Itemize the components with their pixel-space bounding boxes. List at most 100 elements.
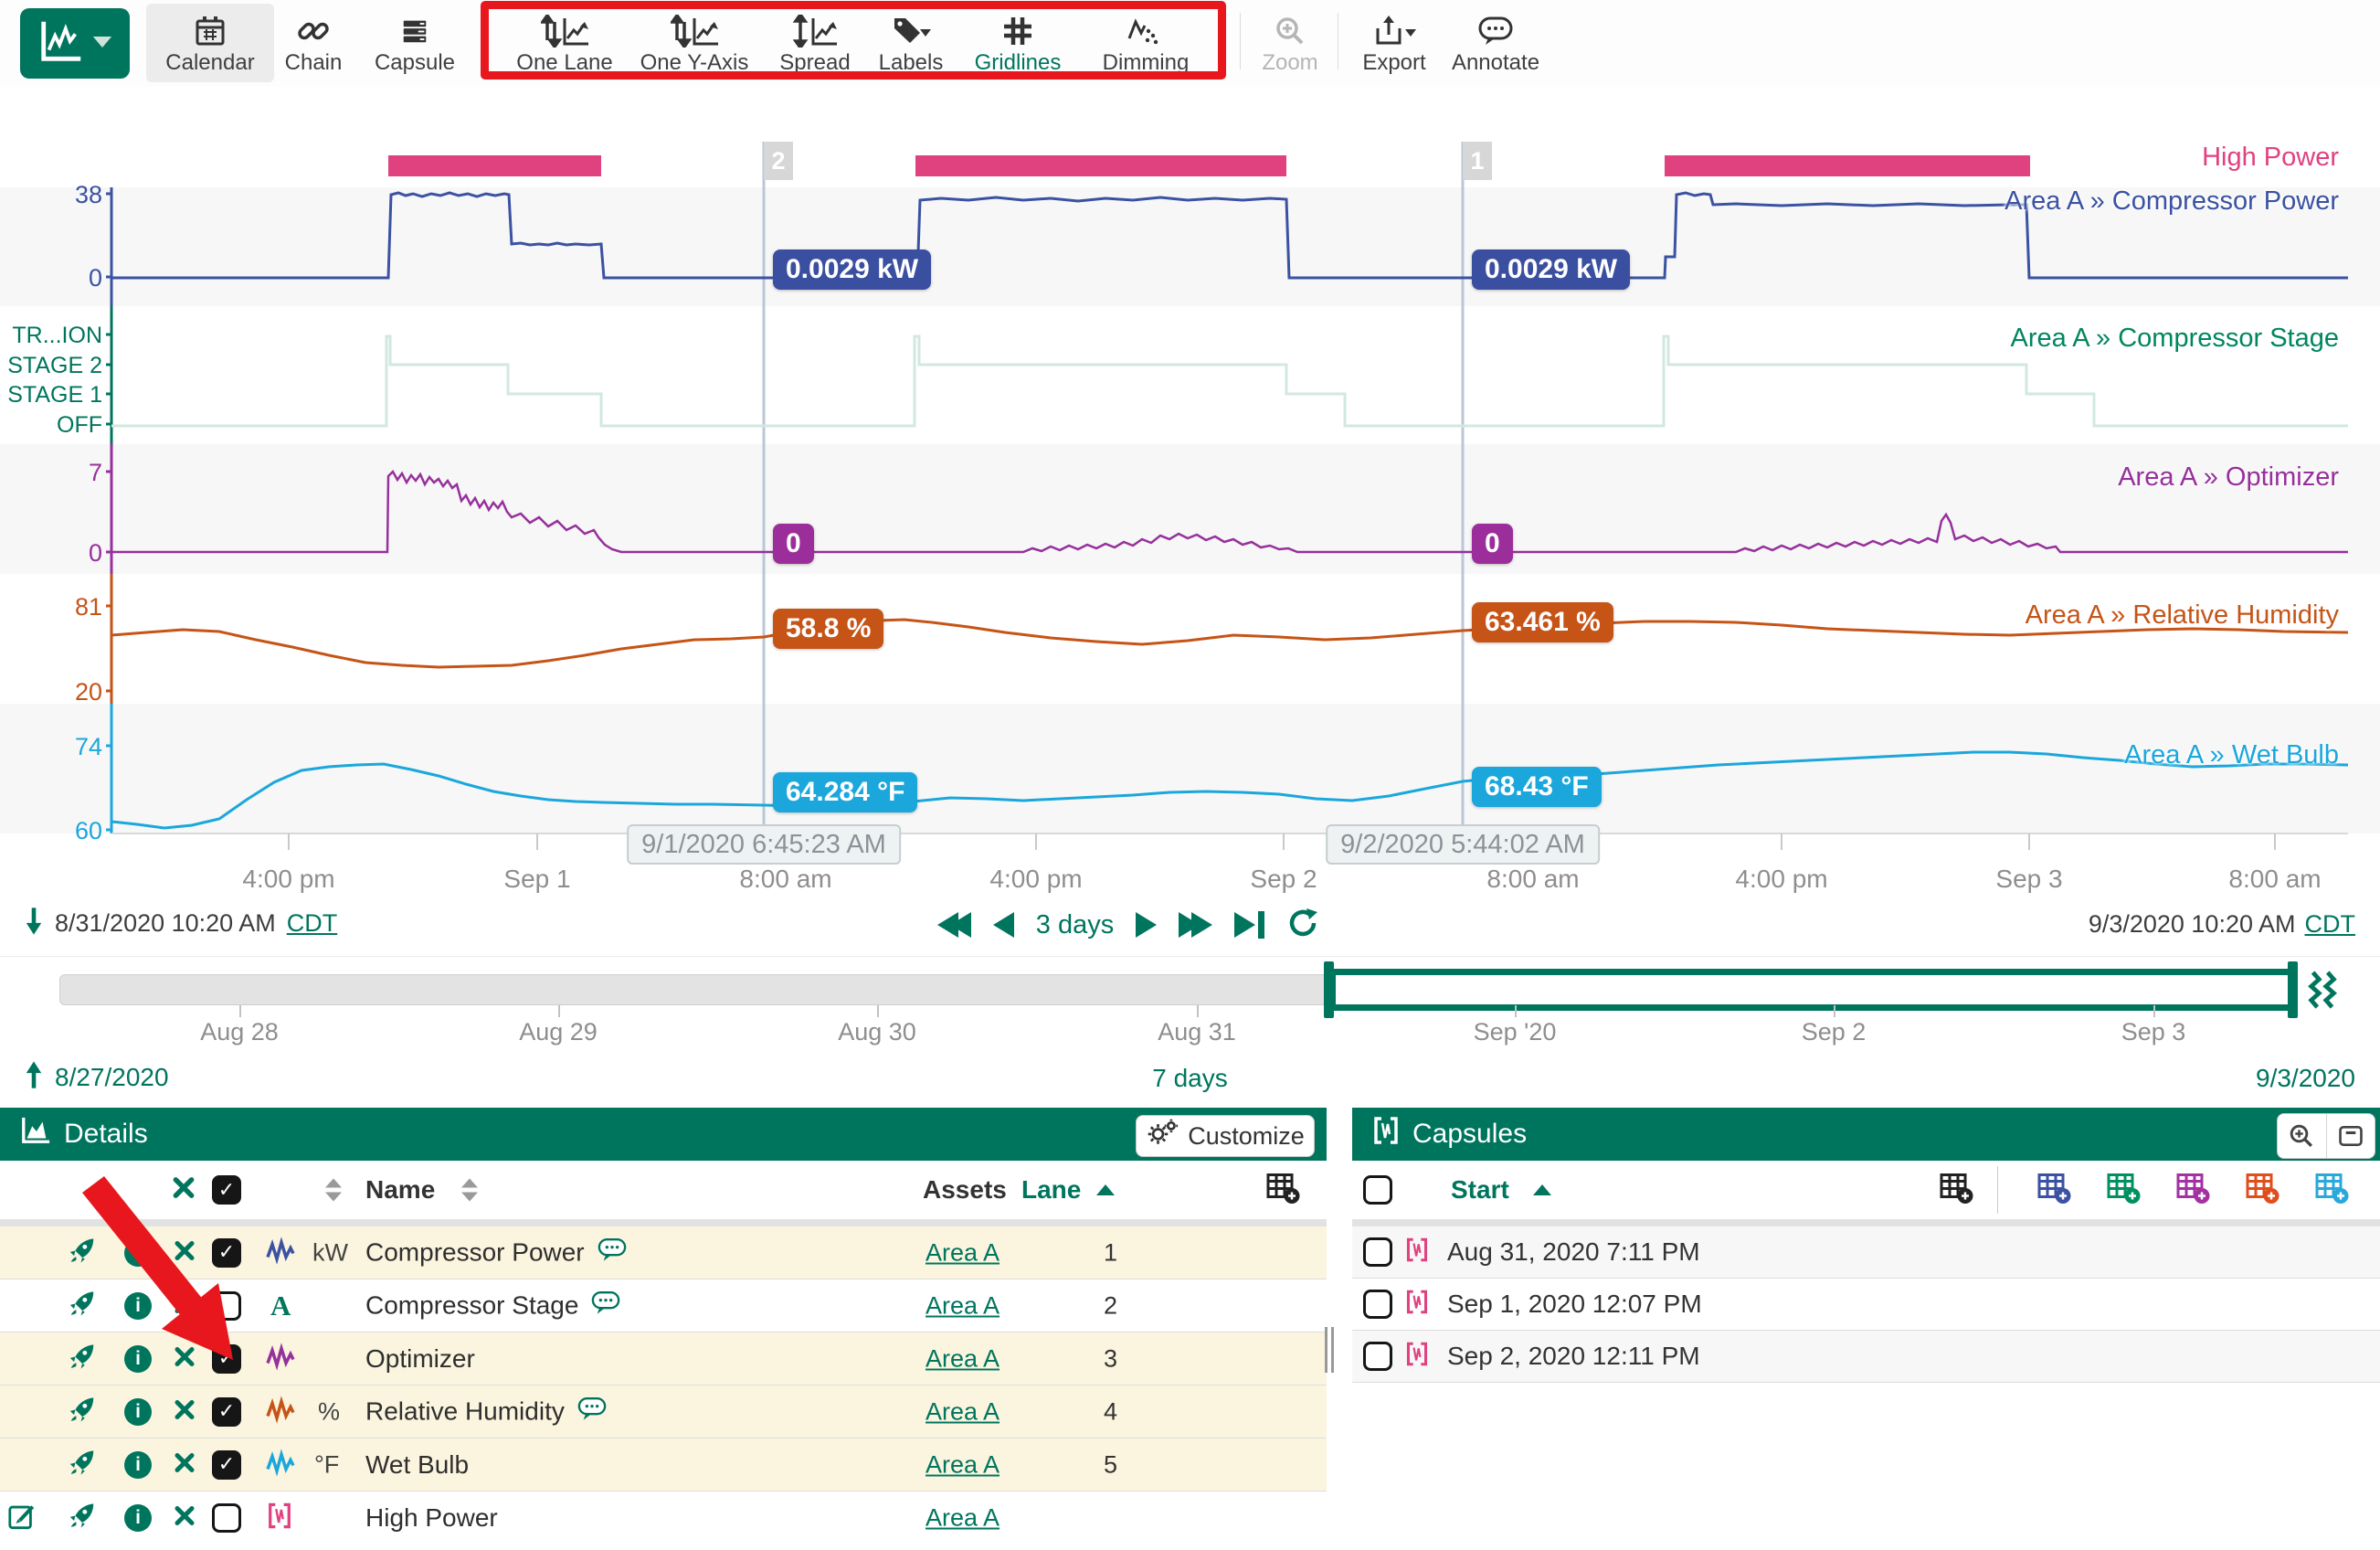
select-all-capsules-checkbox[interactable] — [1363, 1175, 1392, 1205]
series-checkbox[interactable] — [212, 1344, 241, 1374]
step-to-end-button[interactable] — [1234, 911, 1264, 939]
zoom-to-capsule-icon[interactable] — [2278, 1114, 2326, 1158]
details-row-compressor-stage[interactable]: A Compressor Stage Area A 2 — [0, 1279, 1327, 1332]
details-row-compressor-power[interactable]: kW Compressor Power Area A 1 — [0, 1226, 1327, 1279]
humidity-axis-min[interactable]: 20 — [0, 678, 102, 706]
details-row-optimizer[interactable]: Optimizer Area A 3 — [0, 1332, 1327, 1385]
capsule-row[interactable]: Sep 1, 2020 12:07 PM — [1352, 1279, 2380, 1331]
add-stat-column-optimizer-icon[interactable] — [2175, 1171, 2210, 1210]
stage-axis-off[interactable]: OFF — [0, 411, 102, 439]
capsule-checkbox[interactable] — [1363, 1237, 1392, 1267]
humidity-axis-max[interactable]: 81 — [0, 593, 102, 621]
arrow-down-icon[interactable] — [24, 905, 44, 942]
column-assets[interactable]: Assets — [923, 1175, 1007, 1205]
info-icon[interactable] — [124, 1345, 152, 1373]
column-lane[interactable]: Lane — [1021, 1175, 1081, 1205]
capsule-checkbox[interactable] — [1363, 1342, 1392, 1371]
asset-link[interactable]: Area A — [926, 1450, 1000, 1479]
asset-link[interactable]: Area A — [926, 1504, 1000, 1533]
series-checkbox[interactable] — [212, 1503, 241, 1533]
power-axis-max[interactable]: 38 — [0, 181, 102, 208]
trend-chart[interactable] — [0, 0, 2380, 1060]
wetbulb-axis-min[interactable]: 60 — [0, 817, 102, 844]
range-handle-right[interactable] — [2288, 961, 2298, 1018]
rocket-icon[interactable] — [68, 1395, 97, 1428]
sort-ascending-icon[interactable] — [1533, 1184, 1551, 1195]
lane-label-relative-humidity[interactable]: Area A » Relative Humidity — [2026, 600, 2339, 630]
edit-condition-icon[interactable] — [7, 1502, 37, 1535]
sort-ascending-icon[interactable] — [1096, 1184, 1115, 1195]
step-back-button[interactable] — [993, 912, 1014, 938]
rocket-icon[interactable] — [68, 1236, 97, 1269]
remove-icon[interactable] — [174, 1292, 196, 1319]
step-forward-button[interactable] — [1136, 912, 1157, 938]
sort-icon[interactable] — [325, 1179, 342, 1202]
lane-label-compressor-stage[interactable]: Area A » Compressor Stage — [2011, 324, 2339, 353]
investigate-end-date[interactable]: 9/3/2020 — [2256, 1064, 2355, 1093]
add-stat-column-stage-icon[interactable] — [2106, 1171, 2141, 1210]
cursor-2-badge[interactable]: 2 — [764, 142, 793, 180]
collapse-panel-icon[interactable] — [2326, 1114, 2375, 1158]
sort-icon[interactable] — [461, 1179, 478, 1202]
capsule-squiggle-icon[interactable] — [2306, 969, 2341, 1015]
capsule-row[interactable]: Sep 2, 2020 12:11 PM — [1352, 1331, 2380, 1383]
info-icon[interactable] — [124, 1451, 152, 1479]
step-forward-much-button[interactable] — [1179, 912, 1212, 938]
info-icon[interactable] — [124, 1504, 152, 1532]
display-end-date[interactable]: 9/3/2020 10:20 AM — [2089, 910, 2296, 939]
add-stat-column-power-icon[interactable] — [2036, 1171, 2071, 1210]
stage-axis-transition[interactable]: TR...ION — [0, 322, 102, 349]
rocket-icon[interactable] — [68, 1448, 97, 1481]
cursor-1-badge[interactable]: 1 — [1463, 142, 1492, 180]
rocket-icon[interactable] — [68, 1502, 97, 1535]
stage-axis-stage1[interactable]: STAGE 1 — [0, 381, 102, 409]
details-row-relative-humidity[interactable]: % Relative Humidity Area A 4 — [0, 1385, 1327, 1439]
timezone-link[interactable]: CDT — [287, 909, 338, 938]
comment-bubble-icon[interactable] — [577, 1395, 607, 1428]
investigate-duration[interactable]: 7 days — [0, 1064, 2380, 1093]
series-checkbox[interactable] — [212, 1238, 241, 1268]
wetbulb-axis-max[interactable]: 74 — [0, 733, 102, 760]
series-checkbox[interactable] — [212, 1450, 241, 1480]
info-icon[interactable] — [124, 1239, 152, 1267]
power-axis-min[interactable]: 0 — [0, 264, 102, 292]
asset-link[interactable]: Area A — [926, 1238, 1000, 1267]
customize-button[interactable]: Customize — [1136, 1115, 1315, 1157]
add-column-icon[interactable] — [1939, 1171, 1973, 1210]
asset-link[interactable]: Area A — [926, 1397, 1000, 1426]
remove-icon[interactable] — [174, 1451, 196, 1478]
lane-label-compressor-power[interactable]: Area A » Compressor Power — [2004, 186, 2339, 216]
stage-axis-stage2[interactable]: STAGE 2 — [0, 352, 102, 379]
capsule-row[interactable]: Aug 31, 2020 7:11 PM — [1352, 1226, 2380, 1279]
panel-splitter[interactable] — [1323, 1327, 1336, 1373]
asset-link[interactable]: Area A — [926, 1344, 1000, 1373]
investigate-range-selection[interactable] — [1329, 969, 2294, 1011]
capsule-checkbox[interactable] — [1363, 1290, 1392, 1319]
timezone-link[interactable]: CDT — [2305, 910, 2356, 939]
series-checkbox[interactable] — [212, 1291, 241, 1321]
add-stat-column-wetbulb-icon[interactable] — [2314, 1171, 2349, 1210]
display-start-date[interactable]: 8/31/2020 10:20 AM — [55, 909, 276, 938]
rocket-icon[interactable] — [68, 1342, 97, 1375]
refresh-icon[interactable] — [1286, 907, 1319, 944]
optimizer-axis-min[interactable]: 0 — [0, 539, 102, 567]
comment-bubble-icon[interactable] — [598, 1236, 627, 1269]
range-handle-left[interactable] — [1324, 961, 1334, 1018]
info-icon[interactable] — [124, 1292, 152, 1320]
optimizer-axis-max[interactable]: 7 — [0, 459, 102, 486]
duration-button[interactable]: 3 days — [1036, 910, 1114, 940]
lane-label-wet-bulb[interactable]: Area A » Wet Bulb — [2124, 740, 2339, 770]
series-checkbox[interactable] — [212, 1397, 241, 1427]
details-row-high-power[interactable]: High Power Area A — [0, 1492, 1327, 1545]
details-row-wet-bulb[interactable]: °F Wet Bulb Area A 5 — [0, 1439, 1327, 1492]
add-stat-column-humidity-icon[interactable] — [2245, 1171, 2280, 1210]
column-start[interactable]: Start — [1451, 1175, 1509, 1205]
comment-bubble-icon[interactable] — [591, 1289, 620, 1322]
rocket-icon[interactable] — [68, 1289, 97, 1322]
asset-link[interactable]: Area A — [926, 1291, 1000, 1320]
remove-all-icon[interactable] — [172, 1176, 196, 1205]
remove-icon[interactable] — [174, 1345, 196, 1372]
condition-label-high-power[interactable]: High Power — [2202, 143, 2339, 172]
step-back-much-button[interactable] — [937, 912, 971, 938]
remove-icon[interactable] — [174, 1505, 196, 1532]
